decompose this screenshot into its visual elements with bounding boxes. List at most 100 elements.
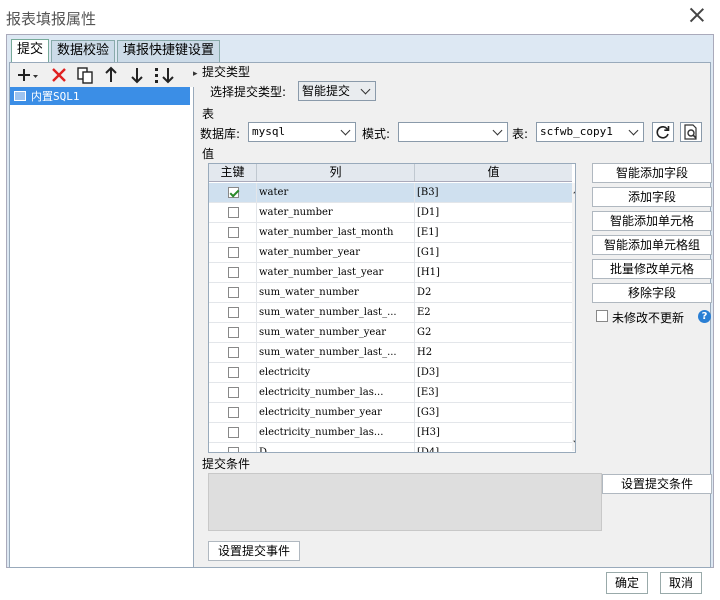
- column-cell[interactable]: water_number_last_year: [257, 263, 415, 282]
- preview-icon[interactable]: [680, 122, 702, 142]
- smart-add-field-button[interactable]: 智能添加字段: [592, 163, 712, 183]
- schema-select[interactable]: [398, 122, 508, 142]
- primary-key-checkbox[interactable]: [228, 307, 239, 318]
- value-cell[interactable]: [G3]: [415, 403, 572, 422]
- table-label: 表:: [512, 127, 529, 141]
- header-column: 列: [257, 164, 415, 181]
- schema-label: 模式:: [362, 127, 391, 141]
- condition-area: [208, 473, 602, 531]
- table-row[interactable]: water_number_year [G1]: [209, 243, 572, 263]
- copy-icon[interactable]: [74, 65, 96, 85]
- tab-shortcut-settings[interactable]: 填报快捷键设置: [117, 40, 221, 62]
- primary-key-checkbox[interactable]: [228, 327, 239, 338]
- table-row[interactable]: water_number_last_month [E1]: [209, 223, 572, 243]
- value-cell[interactable]: [G1]: [415, 243, 572, 262]
- column-cell[interactable]: water: [257, 183, 415, 202]
- submit-type-select[interactable]: 智能提交: [298, 81, 376, 101]
- table-row[interactable]: sum_water_number_last_... H2: [209, 343, 572, 363]
- column-cell[interactable]: water_number: [257, 203, 415, 222]
- primary-key-checkbox[interactable]: [228, 287, 239, 298]
- primary-key-checkbox[interactable]: [228, 247, 239, 258]
- value-cell[interactable]: [B3]: [415, 183, 572, 202]
- grid-scrollbar[interactable]: [572, 183, 575, 451]
- refresh-icon[interactable]: [652, 122, 674, 142]
- primary-key-checkbox[interactable]: [228, 227, 239, 238]
- tab-data-validation[interactable]: 数据校验: [51, 40, 116, 62]
- value-cell[interactable]: [H3]: [415, 423, 572, 442]
- value-cell[interactable]: [E1]: [415, 223, 572, 242]
- primary-key-checkbox[interactable]: [228, 347, 239, 358]
- delete-icon[interactable]: [48, 65, 70, 85]
- set-condition-button[interactable]: 设置提交条件: [602, 474, 712, 494]
- tab-submit[interactable]: 提交: [11, 39, 50, 63]
- value-cell[interactable]: H2: [415, 343, 572, 362]
- plus-dropdown-icon[interactable]: [14, 65, 40, 85]
- move-bottom-icon[interactable]: [152, 65, 180, 85]
- table-row[interactable]: sum_water_number_last_... E2: [209, 303, 572, 323]
- set-event-button[interactable]: 设置提交事件: [208, 541, 300, 561]
- column-cell[interactable]: sum_water_number_last_...: [257, 343, 415, 362]
- value-cell[interactable]: [D1]: [415, 203, 572, 222]
- column-cell[interactable]: electricity_number_las...: [257, 423, 415, 442]
- table-row[interactable]: electricity_number_las... [H3]: [209, 423, 572, 443]
- primary-key-checkbox[interactable]: [228, 387, 239, 398]
- scroll-up-icon[interactable]: [573, 187, 575, 199]
- column-cell[interactable]: electricity_number_las...: [257, 383, 415, 402]
- tab-bar: 提交 数据校验 填报快捷键设置: [11, 39, 222, 63]
- no-update-unmodified-checkbox[interactable]: [596, 310, 608, 322]
- column-cell[interactable]: sum_water_number_year: [257, 323, 415, 342]
- move-down-icon[interactable]: [126, 65, 148, 85]
- cancel-button[interactable]: 取消: [660, 572, 702, 594]
- header-key: 主键: [209, 164, 257, 181]
- smart-add-cell-button[interactable]: 智能添加单元格: [592, 211, 712, 231]
- column-cell[interactable]: sum_water_number_last_...: [257, 303, 415, 322]
- table-row[interactable]: D... [D4]: [209, 443, 572, 452]
- primary-key-checkbox[interactable]: [228, 427, 239, 438]
- scroll-down-icon[interactable]: [573, 435, 575, 447]
- table-row[interactable]: electricity_number_las... [E3]: [209, 383, 572, 403]
- key-cell: [209, 323, 257, 342]
- primary-key-checkbox[interactable]: [228, 187, 239, 198]
- column-cell[interactable]: D...: [257, 443, 415, 452]
- smart-add-cell-group-button[interactable]: 智能添加单元格组: [592, 235, 712, 255]
- value-cell[interactable]: D2: [415, 283, 572, 302]
- grid-rows: water [B3] water_number [D1] water_number_la…: [209, 183, 572, 452]
- database-select[interactable]: mysql: [248, 122, 356, 142]
- value-cell[interactable]: [H1]: [415, 263, 572, 282]
- value-cell[interactable]: E2: [415, 303, 572, 322]
- ok-button[interactable]: 确定: [606, 572, 648, 594]
- table-row[interactable]: sum_water_number D2: [209, 283, 572, 303]
- column-cell[interactable]: sum_water_number: [257, 283, 415, 302]
- column-cell[interactable]: electricity: [257, 363, 415, 382]
- table-row[interactable]: electricity_number_year [G3]: [209, 403, 572, 423]
- table-row[interactable]: electricity [D3]: [209, 363, 572, 383]
- table-row[interactable]: water_number [D1]: [209, 203, 572, 223]
- primary-key-checkbox[interactable]: [228, 407, 239, 418]
- chevron-down-icon: [625, 123, 643, 141]
- column-cell[interactable]: water_number_year: [257, 243, 415, 262]
- table-section-label: 表: [202, 107, 215, 121]
- remove-field-button[interactable]: 移除字段: [592, 283, 712, 303]
- primary-key-checkbox[interactable]: [228, 447, 239, 452]
- primary-key-checkbox[interactable]: [228, 207, 239, 218]
- table-row[interactable]: water [B3]: [209, 183, 572, 203]
- batch-edit-cell-button[interactable]: 批量修改单元格: [592, 259, 712, 279]
- value-cell[interactable]: G2: [415, 323, 572, 342]
- move-up-icon[interactable]: [100, 65, 122, 85]
- column-cell[interactable]: water_number_last_month: [257, 223, 415, 242]
- primary-key-checkbox[interactable]: [228, 367, 239, 378]
- table-select[interactable]: scfwb_copy1: [536, 122, 644, 142]
- column-cell[interactable]: electricity_number_year: [257, 403, 415, 422]
- key-cell: [209, 423, 257, 442]
- value-cell[interactable]: [E3]: [415, 383, 572, 402]
- close-icon[interactable]: [688, 6, 706, 24]
- value-cell[interactable]: [D3]: [415, 363, 572, 382]
- table-row[interactable]: water_number_last_year [H1]: [209, 263, 572, 283]
- tree-item[interactable]: 内置SQL1: [10, 87, 190, 105]
- table-row[interactable]: sum_water_number_year G2: [209, 323, 572, 343]
- help-icon[interactable]: ?: [698, 310, 711, 323]
- add-field-button[interactable]: 添加字段: [592, 187, 712, 207]
- grid-header: 主键 列 值: [209, 164, 572, 182]
- primary-key-checkbox[interactable]: [228, 267, 239, 278]
- value-cell[interactable]: [D4]: [415, 443, 572, 452]
